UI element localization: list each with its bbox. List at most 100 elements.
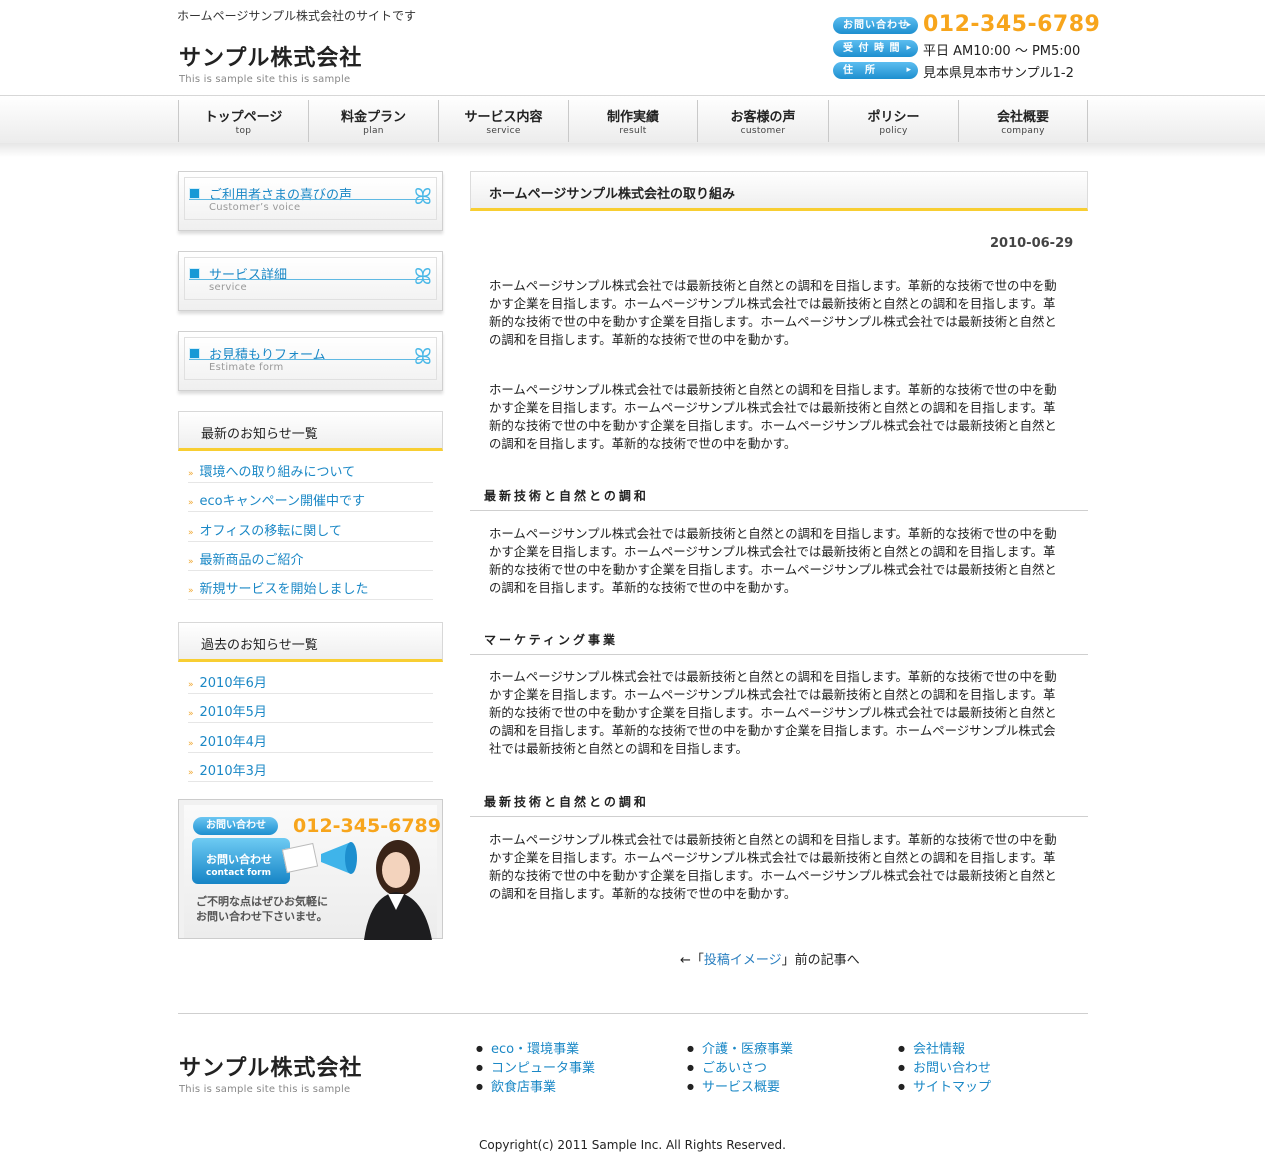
chevron-right-icon: » bbox=[188, 498, 194, 508]
nav-item-customer[interactable]: お客様の声 customer bbox=[697, 100, 828, 142]
nav-item-result[interactable]: 制作実績 result bbox=[568, 100, 697, 142]
nav-item-plan[interactable]: 料金プラン plan bbox=[308, 100, 438, 142]
latest-news-item[interactable]: » 環境への取り組みについて bbox=[188, 454, 433, 483]
logo-title: サンプル株式会社 bbox=[179, 1056, 363, 1081]
link-text: 2010年3月 bbox=[199, 764, 267, 779]
article-title: ホームページサンプル株式会社の取り組み bbox=[470, 171, 1088, 211]
nav-item-top[interactable]: トップページ top bbox=[178, 100, 308, 142]
prev-post-link[interactable]: 投稿イメージ bbox=[704, 953, 782, 968]
footer-link[interactable]: コンピュータ事業 bbox=[476, 1059, 595, 1078]
footer-link[interactable]: サイトマップ bbox=[898, 1078, 991, 1097]
contact-button-label: お問い合わせ bbox=[206, 853, 272, 866]
archive-item[interactable]: » 2010年3月 bbox=[188, 753, 433, 782]
ribbon-icon: ꕤ bbox=[413, 185, 432, 210]
nav-item-service[interactable]: サービス内容 service bbox=[438, 100, 568, 142]
chevron-right-icon: » bbox=[188, 768, 194, 778]
latest-news-item[interactable]: » 新規サービスを開始しました bbox=[188, 571, 433, 600]
banner-subtitle: service bbox=[209, 282, 247, 293]
footer-links-col2: 介護・医療事業 ごあいさつ サービス概要 bbox=[687, 1040, 793, 1097]
nav-item-company[interactable]: 会社概要 company bbox=[958, 100, 1088, 142]
nav-label: 料金プラン bbox=[340, 110, 406, 125]
nav-sublabel: result bbox=[619, 126, 647, 136]
banner-subtitle: Customer’s voice bbox=[209, 202, 301, 213]
nav-sublabel: policy bbox=[879, 126, 908, 136]
footer-link[interactable]: お問い合わせ bbox=[898, 1059, 991, 1078]
footer-logo[interactable]: サンプル株式会社 This is sample site this is sam… bbox=[179, 1050, 362, 1095]
nav-sublabel: top bbox=[235, 126, 252, 136]
copyright: Copyright(c) 2011 Sample Inc. All Rights… bbox=[479, 1138, 786, 1152]
chevron-right-icon: » bbox=[188, 528, 194, 538]
nav-label: 制作実績 bbox=[606, 110, 659, 125]
footer-link[interactable]: ごあいさつ bbox=[687, 1059, 793, 1078]
link-text: 2010年4月 bbox=[199, 735, 267, 750]
article-date: 2010-06-29 bbox=[990, 236, 1074, 251]
banner-title: お見積もりフォーム bbox=[209, 348, 326, 363]
logo-subtitle: This is sample site this is sample bbox=[179, 74, 351, 85]
nav-label: お客様の声 bbox=[730, 110, 796, 125]
woman-photo bbox=[364, 840, 432, 940]
hours-pill: 受 付 時 間 bbox=[833, 40, 918, 57]
archive-item[interactable]: » 2010年5月 bbox=[188, 694, 433, 723]
note-line: ご不明な点はぜひお気軽に bbox=[196, 895, 328, 908]
link-text: 新規サービスを開始しました bbox=[199, 582, 369, 597]
article-paragraph: ホームページサンプル株式会社では最新技術と自然との調和を目指します。革新的な技術… bbox=[489, 526, 1057, 595]
latest-news-item[interactable]: » オフィスの移転に関して bbox=[188, 513, 433, 542]
nav-sublabel: service bbox=[486, 126, 521, 136]
chevron-right-icon: » bbox=[188, 469, 194, 479]
banner-service[interactable]: サービス詳細 service ꕤ bbox=[178, 251, 443, 311]
link-text: ecoキャンペーン開催中です bbox=[199, 494, 365, 509]
ribbon-icon: ꕤ bbox=[413, 265, 432, 290]
footer-divider bbox=[178, 1013, 1088, 1014]
section-heading: 最新技術と自然との調和 bbox=[470, 484, 1088, 511]
logo-title: サンプル株式会社 bbox=[179, 46, 363, 71]
header-hours: 平日 AM10:00 ～ PM5:00 bbox=[923, 44, 1081, 59]
footer-link[interactable]: eco・環境事業 bbox=[476, 1040, 595, 1059]
archive-item[interactable]: » 2010年6月 bbox=[188, 665, 433, 694]
prev-post-nav: ←「投稿イメージ」前の記事へ bbox=[680, 949, 860, 968]
link-text: 最新商品のご紹介 bbox=[199, 553, 304, 568]
contact-banner[interactable]: お問い合わせ 012-345-6789 お問い合わせ contact form … bbox=[178, 799, 443, 940]
banner-estimate[interactable]: お見積もりフォーム Estimate form ꕤ bbox=[178, 331, 443, 391]
latest-news-item[interactable]: » ecoキャンペーン開催中です bbox=[188, 483, 433, 512]
latest-news-item[interactable]: » 最新商品のご紹介 bbox=[188, 542, 433, 571]
link-text: 環境への取り組みについて bbox=[199, 465, 356, 480]
footer-link[interactable]: 介護・医療事業 bbox=[687, 1040, 793, 1059]
square-icon bbox=[189, 188, 200, 199]
article-paragraph: ホームページサンプル株式会社では最新技術と自然との調和を目指します。革新的な技術… bbox=[489, 382, 1057, 451]
archive-item[interactable]: » 2010年4月 bbox=[188, 724, 433, 753]
chevron-right-icon: » bbox=[188, 709, 194, 719]
footer-link[interactable]: サービス概要 bbox=[687, 1078, 793, 1097]
square-icon bbox=[189, 268, 200, 279]
contact-button-sublabel: contact form bbox=[206, 868, 271, 878]
contact-pill[interactable]: お問い合わせ bbox=[833, 17, 918, 34]
article-paragraph: ホームページサンプル株式会社では最新技術と自然との調和を目指します。革新的な技術… bbox=[489, 278, 1057, 347]
footer-link[interactable]: 会社情報 bbox=[898, 1040, 991, 1059]
section-heading: 最新技術と自然との調和 bbox=[470, 790, 1088, 817]
footer-links-col1: eco・環境事業 コンピュータ事業 飲食店事業 bbox=[476, 1040, 595, 1097]
address-pill: 住 所 bbox=[833, 62, 918, 79]
chevron-right-icon: » bbox=[188, 557, 194, 567]
banner-title: ご利用者さまの喜びの声 bbox=[209, 188, 353, 203]
nav-item-policy[interactable]: ポリシー policy bbox=[828, 100, 958, 142]
site-logo[interactable]: サンプル株式会社 This is sample site this is sam… bbox=[179, 40, 362, 85]
banner-customer-voice[interactable]: ご利用者さまの喜びの声 Customer’s voice ꕤ bbox=[178, 171, 443, 231]
banner-subtitle: Estimate form bbox=[209, 362, 284, 373]
past-news-heading: 過去のお知らせ一覧 bbox=[178, 622, 443, 662]
chevron-right-icon: » bbox=[188, 586, 194, 596]
nav-shadow bbox=[0, 143, 1265, 157]
latest-news-heading: 最新のお知らせ一覧 bbox=[178, 411, 443, 451]
article-paragraph: ホームページサンプル株式会社では最新技術と自然との調和を目指します。革新的な技術… bbox=[489, 669, 1057, 756]
contact-pill: お問い合わせ bbox=[193, 817, 278, 835]
nav-sublabel: company bbox=[1001, 126, 1045, 136]
chevron-right-icon: » bbox=[188, 739, 194, 749]
note-line: お問い合わせ下さいませ。 bbox=[196, 910, 328, 923]
nav-label: 会社概要 bbox=[996, 110, 1049, 125]
chevron-right-icon: » bbox=[188, 680, 194, 690]
contact-form-button[interactable]: お問い合わせ contact form bbox=[192, 838, 290, 884]
article-paragraph: ホームページサンプル株式会社では最新技術と自然との調和を目指します。革新的な技術… bbox=[489, 832, 1057, 901]
link-text: 2010年5月 bbox=[199, 705, 267, 720]
section-heading: マーケティング事業 bbox=[470, 628, 1088, 655]
footer-link[interactable]: 飲食店事業 bbox=[476, 1078, 595, 1097]
header-address: 見本県見本市サンプル1-2 bbox=[923, 66, 1074, 81]
square-icon bbox=[189, 348, 200, 359]
